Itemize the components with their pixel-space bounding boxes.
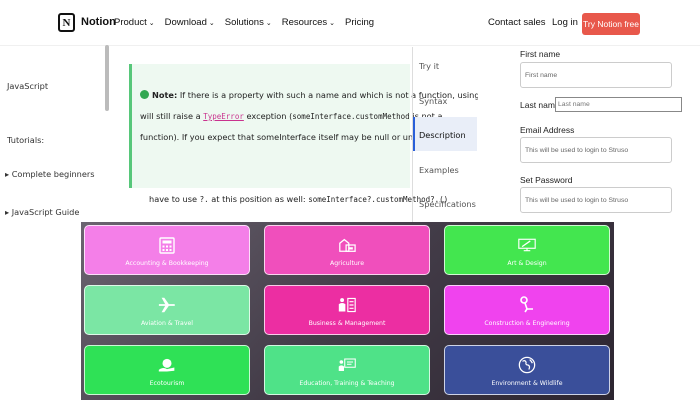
tile-ecotourism[interactable]: Ecotourism	[84, 345, 250, 395]
note-text: will still raise a	[140, 111, 201, 121]
tile-label: Business & Management	[308, 320, 386, 327]
notion-logo-icon[interactable]: N	[58, 13, 75, 32]
tile-construction-engineering[interactable]: Construction & Engineering	[444, 285, 610, 335]
sidebar-item-javascript-guide[interactable]: ▸ JavaScript Guide	[5, 207, 79, 217]
menu-label: Solutions	[224, 17, 264, 28]
menu-solutions[interactable]: Solutions ⌄	[225, 17, 272, 28]
construction-icon	[518, 296, 536, 314]
tile-label: Construction & Engineering	[484, 320, 570, 327]
first-name-field[interactable]	[520, 62, 672, 88]
tile-label: Education, Training & Teaching	[299, 380, 395, 387]
menu-label: Resources	[281, 17, 328, 28]
chevron-down-icon: ⌄	[148, 20, 155, 27]
last-name-label: Last name	[520, 100, 560, 110]
email-label: Email Address	[520, 125, 575, 135]
sidebar-scrollbar[interactable]	[105, 45, 109, 111]
typeerror-link[interactable]: TypeError	[203, 112, 244, 121]
chevron-down-icon: ⌄	[208, 20, 215, 27]
airplane-icon	[158, 296, 176, 314]
tile-business-management[interactable]: Business & Management	[264, 285, 430, 335]
tile-label: Art & Design	[507, 260, 547, 267]
sidebar-tutorials-heading: Tutorials:	[7, 135, 45, 145]
toc-item-description[interactable]: Description	[419, 130, 466, 140]
tile-education-training-teaching[interactable]: Education, Training & Teaching	[264, 345, 430, 395]
password-label: Set Password	[520, 175, 573, 185]
management-icon	[338, 296, 356, 314]
globe-hand-icon	[158, 356, 176, 374]
code-snippet: ?.	[199, 195, 209, 204]
login-link[interactable]: Log in	[552, 17, 578, 28]
tile-label: Aviation & Travel	[140, 320, 194, 327]
tile-label: Agriculture	[329, 260, 365, 267]
menu-product[interactable]: Product ⌄	[114, 17, 155, 28]
earth-icon	[518, 356, 536, 374]
menu-download[interactable]: Download ⌄	[165, 17, 215, 28]
notion-navbar: N Notion Product ⌄ Download ⌄ Solutions ⌄ R…	[0, 0, 700, 46]
note-line-1: Note: If there is a property with such a…	[140, 85, 491, 106]
tile-label: Accounting & Bookkeeping	[125, 260, 209, 267]
toc-item-try-it[interactable]: Try it	[419, 61, 439, 71]
calculator-icon	[158, 236, 176, 254]
toc-item-syntax[interactable]: Syntax	[419, 96, 447, 106]
contact-sales-link[interactable]: Contact sales	[488, 17, 546, 28]
para-text: at this position as well:	[211, 194, 306, 204]
tile-environment-wildlife[interactable]: Environment & Wildlife	[444, 345, 610, 395]
code-snippet: someInterface.customMethod	[292, 112, 410, 121]
menu-label: Pricing	[345, 17, 375, 28]
teacher-board-icon	[338, 356, 356, 374]
email-field[interactable]	[520, 137, 672, 163]
para-text: have to use	[149, 194, 198, 204]
mdn-sidebar: JavaScript Tutorials: ▸ Complete beginne…	[0, 47, 108, 222]
chevron-down-icon: ⌄	[329, 20, 336, 27]
main-menu: Product ⌄ Download ⌄ Solutions ⌄ Resources ⌄…	[114, 17, 374, 28]
note-line-3: function). If you expect that someInterf…	[140, 132, 465, 142]
tile-label: Ecotourism	[149, 380, 185, 387]
note-line-2: will still raise a TypeError exception (…	[140, 106, 442, 127]
sidebar-javascript-link[interactable]: JavaScript	[7, 81, 48, 91]
password-field[interactable]	[520, 187, 672, 213]
note-label: Note:	[152, 90, 178, 100]
tile-agriculture[interactable]: Agriculture	[264, 225, 430, 275]
sidebar-item-complete-beginners[interactable]: ▸ Complete beginners	[5, 169, 95, 179]
signup-form: First name Last name Email Address Set P…	[478, 47, 700, 222]
tile-art-design[interactable]: Art & Design	[444, 225, 610, 275]
article-paragraph: have to use ?. at this position as well:…	[149, 194, 448, 204]
check-circle-icon	[140, 90, 149, 99]
table-of-contents: Try it Syntax Description Examples Speci…	[412, 47, 477, 222]
tile-accounting-bookkeeping[interactable]: Accounting & Bookkeeping	[84, 225, 250, 275]
logo-letter: N	[62, 16, 71, 29]
brand-name[interactable]: Notion	[81, 16, 116, 28]
toc-item-examples[interactable]: Examples	[419, 165, 459, 175]
note-callout: Note: If there is a property with such a…	[129, 64, 491, 188]
first-name-label: First name	[520, 49, 561, 59]
menu-label: Download	[164, 17, 207, 28]
last-name-field[interactable]	[555, 97, 682, 112]
toc-item-specifications[interactable]: Specifications	[419, 199, 476, 209]
note-text: exception (	[246, 111, 293, 121]
tile-label: Environment & Wildlife	[491, 380, 563, 387]
try-notion-free-button[interactable]: Try Notion free	[582, 13, 640, 35]
menu-resources[interactable]: Resources ⌄	[282, 17, 335, 28]
menu-label: Product	[114, 17, 147, 28]
monitor-design-icon	[518, 236, 536, 254]
tile-aviation-travel[interactable]: Aviation & Travel	[84, 285, 250, 335]
chevron-down-icon: ⌄	[265, 20, 272, 27]
menu-pricing[interactable]: Pricing	[345, 17, 374, 28]
barn-icon	[338, 236, 356, 254]
industry-tiles-grid: Accounting & Bookkeeping Agriculture Art…	[81, 222, 614, 400]
